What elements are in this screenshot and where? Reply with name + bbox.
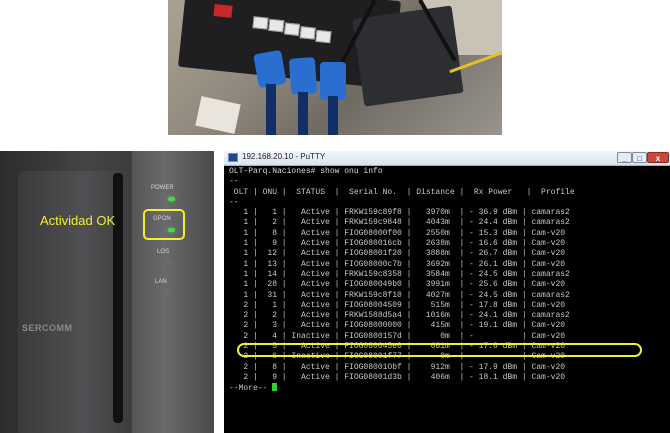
terminal-area[interactable]: OLT-Parq.Naciones# show onu info -- OLT … (229, 167, 670, 433)
switch-port (283, 22, 301, 36)
close-button[interactable]: x (647, 152, 669, 163)
table-row: 1 | 12 | Active | FIOG08001f20 | 3888m |… (229, 249, 566, 259)
terminal-prompt: OLT-Parq.Naciones# show onu info (229, 167, 383, 176)
table-row: 1 | 28 | Active | FIOG080049b0 | 3991m |… (229, 280, 566, 290)
led-label-lan: LAN (155, 279, 167, 285)
switch-red-panel (213, 4, 233, 18)
terminal-separator: -- (229, 197, 239, 207)
cable-wire (328, 96, 338, 135)
led-label-los: LOS (157, 249, 170, 255)
window-title: 192.168.20.10 - PuTTY (242, 152, 326, 161)
led-los (165, 261, 172, 265)
gpon-highlight-box (143, 209, 185, 240)
minimize-button[interactable]: _ (617, 152, 632, 163)
table-row: 1 | 31 | Active | FRKW159c8f10 | 4027m |… (229, 290, 570, 300)
table-row: 1 | 14 | Active | FRKW159c8358 | 3584m |… (229, 269, 570, 279)
table-row: 1 | 8 | Active | FIOG08000f00 | 2550m | … (229, 228, 566, 238)
table-row: 2 | 1 | Active | FIOG08004509 | 515m | -… (229, 300, 566, 310)
window-titlebar[interactable]: 192.168.20.10 - PuTTY _ □ x (224, 151, 670, 166)
switch-port (268, 18, 285, 33)
table-row: 1 | 9 | Active | FIOG080016cb | 2638m | … (229, 239, 566, 249)
blue-ethernet-cable (288, 57, 318, 95)
table-row: 1 | 2 | Active | FRKW159c9848 | 4043m | … (229, 218, 570, 228)
switch-port (299, 26, 316, 40)
ont-front-panel: SERCOMM (18, 171, 128, 433)
putty-icon[interactable] (228, 153, 238, 162)
terminal-separator: -- (229, 177, 239, 187)
more-prompt-line: --More-- (229, 383, 670, 393)
switch-photo: dahua (168, 0, 502, 135)
terminal-cursor (272, 383, 278, 392)
table-row: 1 | 13 | Active | FIOG08000c7b | 3692m |… (229, 259, 566, 269)
led-lan (164, 291, 171, 295)
table-row: 1 | 1 | Active | FRKW159c89f8 | 3970m | … (229, 208, 570, 218)
switch-port (315, 29, 332, 44)
table-row: 2 | 9 | Active | FIOG08001d3b | 406m | -… (229, 372, 566, 382)
switch-port (252, 16, 269, 30)
putty-window[interactable]: 192.168.20.10 - PuTTY _ □ x OLT-Parq.Nac… (224, 151, 670, 433)
led-power (168, 197, 175, 201)
row-highlight-box (237, 343, 642, 357)
table-row: 2 | 3 | Active | FIOG08000000 | 415m | -… (229, 321, 566, 331)
more-prompt: --More-- (229, 384, 268, 394)
blue-ethernet-cable (320, 62, 346, 100)
ont-photo: SERCOMM POWER GPON LOS LAN (0, 151, 214, 433)
blue-ethernet-cable (253, 49, 287, 89)
table-row-highlighted: 2 | 2 | Active | FRKW1588d5a4 | 1016m | … (229, 311, 570, 321)
maximize-button[interactable]: □ (632, 152, 647, 163)
led-label-power: POWER (151, 185, 174, 191)
ont-light-slot (113, 173, 123, 423)
cable-wire (266, 84, 276, 135)
table-header: OLT | ONU | STATUS | Serial No. | Distan… (229, 187, 575, 197)
table-row: 2 | 8 | Active | FIOG08001Obf | 912m | -… (229, 362, 566, 372)
table-row: 2 | 4 | Inactive | FIOG0800157d | 0m | -… (229, 331, 566, 341)
olt-device (352, 5, 464, 107)
ont-side-panel (132, 151, 214, 433)
actividad-annotation: Actividad OK (40, 213, 116, 228)
ont-brand-label: SERCOMM (22, 323, 73, 333)
cable-wire (298, 92, 308, 135)
paper-tag (195, 96, 241, 134)
